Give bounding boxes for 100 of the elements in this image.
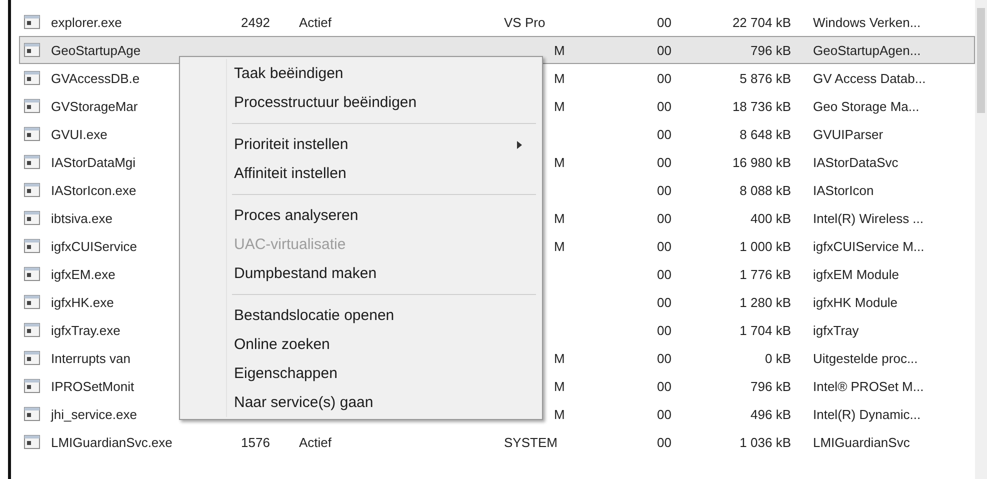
application-icon xyxy=(24,351,40,365)
memory-cell: 5 876 kB xyxy=(740,70,791,86)
memory-cell: 16 980 kB xyxy=(732,154,791,170)
process-name: IPROSetMonit xyxy=(51,378,136,394)
memory-cell: 796 kB xyxy=(750,42,791,58)
memory-cell: 1 776 kB xyxy=(740,266,791,282)
description-cell: igfxCUIService M... xyxy=(813,238,924,254)
application-icon xyxy=(24,127,40,141)
cpu-cell: 00 xyxy=(657,42,672,58)
memory-cell: 1 280 kB xyxy=(740,294,791,310)
process-name: igfxTray.exe xyxy=(51,322,122,338)
process-name: IAStorDataMgi xyxy=(51,154,137,170)
cpu-cell: 00 xyxy=(657,238,672,254)
memory-cell: 22 704 kB xyxy=(732,14,791,30)
cpu-cell: 00 xyxy=(657,266,672,282)
description-cell: Windows Verken... xyxy=(813,14,921,30)
description-cell: LMIGuardianSvc xyxy=(813,434,910,450)
user-cell: VS Pro xyxy=(504,14,546,30)
application-icon xyxy=(24,323,40,337)
description-cell: igfxHK Module xyxy=(813,294,898,310)
description-cell: igfxTray xyxy=(813,322,859,338)
application-icon xyxy=(24,239,40,253)
menu-item[interactable]: Prioriteit instellen xyxy=(182,130,540,159)
cpu-cell: 00 xyxy=(657,322,672,338)
cpu-cell: 00 xyxy=(657,70,672,86)
menu-item[interactable]: Proces analyseren xyxy=(182,201,540,230)
user-cell: M xyxy=(554,70,565,86)
process-name: GeoStartupAge xyxy=(51,42,142,58)
scroll-thumb[interactable] xyxy=(977,8,985,113)
application-icon xyxy=(24,155,40,169)
cpu-cell: 00 xyxy=(657,378,672,394)
cpu-cell: 00 xyxy=(657,126,672,142)
menu-item[interactable]: Dumpbestand maken xyxy=(182,259,540,288)
user-cell: M xyxy=(554,154,565,170)
memory-cell: 400 kB xyxy=(750,210,791,226)
application-icon xyxy=(24,267,40,281)
user-cell: SYSTEM xyxy=(504,434,558,450)
status-cell: Actief xyxy=(299,434,332,450)
cpu-cell: 00 xyxy=(657,350,672,366)
memory-cell: 1 036 kB xyxy=(740,434,791,450)
memory-cell: 1 704 kB xyxy=(740,322,791,338)
memory-cell: 8 648 kB xyxy=(740,126,791,142)
process-name: GVUI.exe xyxy=(51,126,108,142)
user-cell: M xyxy=(554,378,565,394)
process-name: Interrupts van xyxy=(51,350,132,366)
process-name: explorer.exe xyxy=(51,14,123,30)
memory-cell: 496 kB xyxy=(750,406,791,422)
cpu-cell: 00 xyxy=(657,434,672,450)
submenu-arrow-icon xyxy=(517,140,522,148)
cpu-cell: 00 xyxy=(657,294,672,310)
application-icon xyxy=(24,435,40,449)
memory-cell: 18 736 kB xyxy=(732,98,791,114)
application-icon xyxy=(24,211,40,225)
application-icon xyxy=(24,71,40,85)
process-name: IAStorIcon.exe xyxy=(51,182,138,198)
cpu-cell: 00 xyxy=(657,154,672,170)
user-cell: M xyxy=(554,210,565,226)
menu-item[interactable]: Processtructuur beëindigen xyxy=(182,88,540,117)
description-cell: GV Access Datab... xyxy=(813,70,926,86)
cpu-cell: 00 xyxy=(657,406,672,422)
description-cell: IAStorDataSvc xyxy=(813,154,898,170)
pid-cell: 2492 xyxy=(241,14,270,30)
application-icon xyxy=(24,99,40,113)
description-cell: Uitgestelde proc... xyxy=(813,350,918,366)
cpu-cell: 00 xyxy=(657,98,672,114)
status-cell: Actief xyxy=(299,14,332,30)
description-cell: GVUIParser xyxy=(813,126,884,142)
application-icon xyxy=(24,295,40,309)
memory-cell: 796 kB xyxy=(750,378,791,394)
user-cell: M xyxy=(554,98,565,114)
menu-item[interactable]: Bestandslocatie openen xyxy=(182,301,540,330)
description-cell: IAStorIcon xyxy=(813,182,874,198)
application-icon xyxy=(24,407,40,421)
memory-cell: 0 kB xyxy=(764,350,791,366)
description-cell: Intel(R) Dynamic... xyxy=(813,406,921,422)
menu-item[interactable]: Online zoeken xyxy=(182,330,540,359)
process-name: LMIGuardianSvc.exe xyxy=(51,434,174,450)
description-cell: Intel(R) Wireless ... xyxy=(813,210,924,226)
description-cell: Intel® PROSet M... xyxy=(813,378,924,394)
memory-cell: 1 000 kB xyxy=(740,238,791,254)
process-name: igfxHK.exe xyxy=(51,294,115,310)
user-cell: M xyxy=(554,238,565,254)
description-cell: GeoStartupAgen... xyxy=(813,42,921,58)
description-cell: Geo Storage Ma... xyxy=(813,98,920,114)
scrollbar[interactable] xyxy=(975,0,987,479)
pid-cell: 1576 xyxy=(241,434,270,450)
menu-item[interactable]: Naar service(s) gaan xyxy=(182,388,540,417)
menu-item[interactable]: Eigenschappen xyxy=(182,359,540,388)
cpu-cell: 00 xyxy=(657,14,672,30)
application-icon xyxy=(24,15,40,29)
application-icon xyxy=(24,379,40,393)
menu-item[interactable]: Affiniteit instellen xyxy=(182,159,540,188)
memory-cell: 8 088 kB xyxy=(740,182,791,198)
cpu-cell: 00 xyxy=(657,182,672,198)
description-cell: igfxEM Module xyxy=(813,266,899,282)
user-cell: M xyxy=(554,406,565,422)
user-cell: M xyxy=(554,350,565,366)
cpu-cell: 00 xyxy=(657,210,672,226)
user-cell: M xyxy=(554,42,565,58)
application-icon xyxy=(24,183,40,197)
